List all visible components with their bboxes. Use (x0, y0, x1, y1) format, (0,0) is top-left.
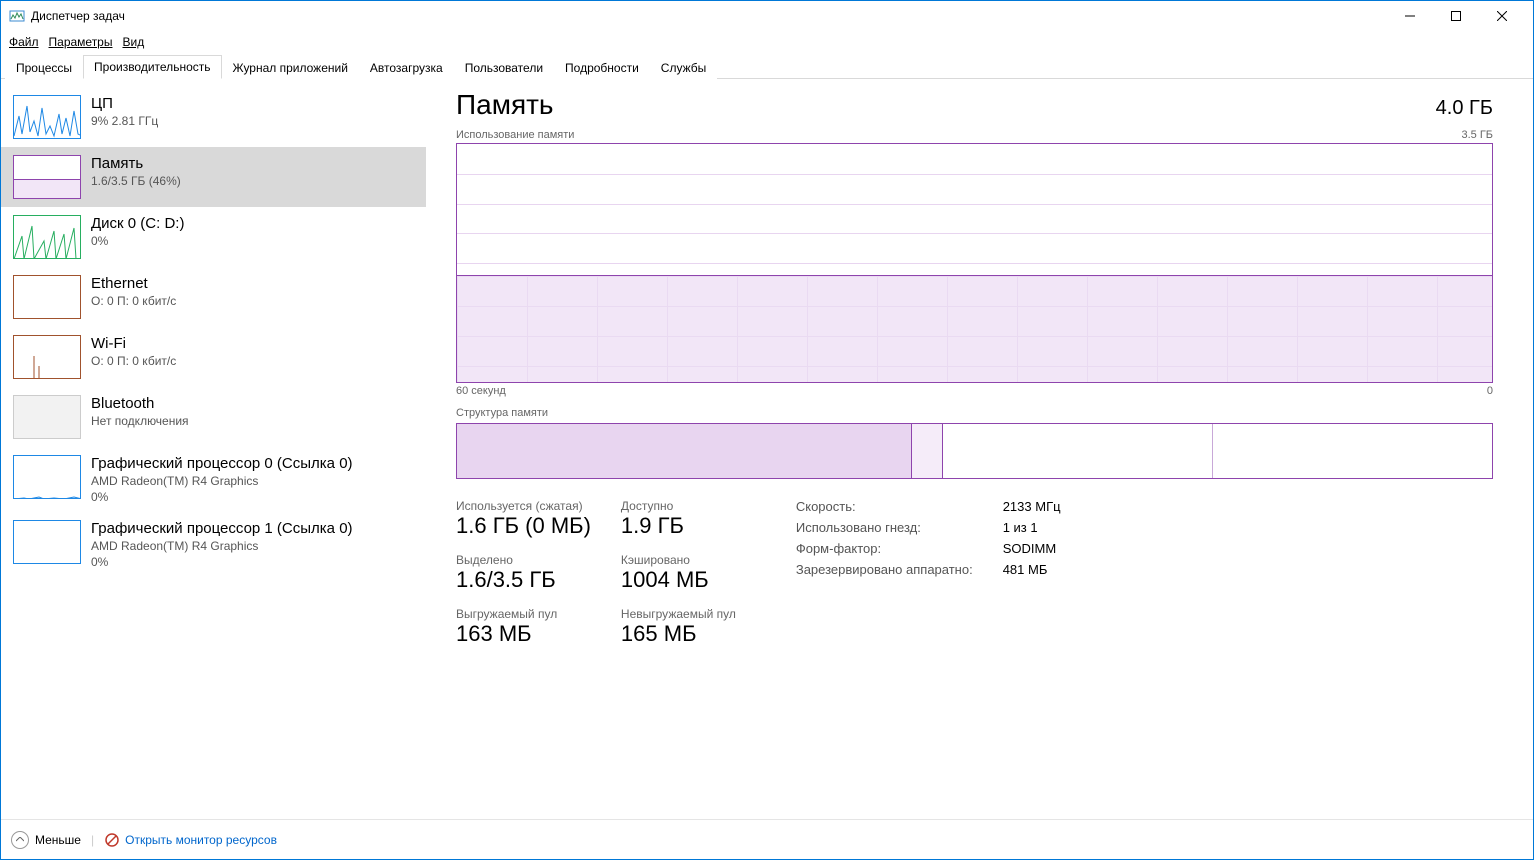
disk-sparkline (13, 215, 81, 259)
mem-segment-free (1213, 424, 1492, 478)
committed-label: Выделено (456, 553, 591, 567)
ethernet-title: Ethernet (91, 275, 176, 292)
chart-label-left: Использование памяти (456, 129, 574, 141)
tab-processes[interactable]: Процессы (5, 56, 83, 79)
paged-value: 163 МБ (456, 621, 591, 647)
sidebar-item-gpu1[interactable]: Графический процессор 1 (Ссылка 0) AMD R… (1, 512, 426, 577)
in-use-label: Используется (сжатая) (456, 499, 591, 513)
gpu0-sub2: 0% (91, 490, 353, 504)
tab-services[interactable]: Службы (650, 56, 717, 79)
gpu0-title: Графический процессор 0 (Ссылка 0) (91, 455, 353, 472)
nonpaged-label: Невыгружаемый пул (621, 607, 736, 621)
committed-value: 1.6/3.5 ГБ (456, 567, 591, 593)
fewer-details-button[interactable]: Меньше (11, 831, 81, 849)
chevron-up-icon (11, 831, 29, 849)
ethernet-sparkline (13, 275, 81, 319)
sidebar-item-memory[interactable]: Память 1.6/3.5 ГБ (46%) (1, 147, 426, 207)
reserved-val: 481 МБ (1003, 562, 1061, 577)
content: ЦП 9% 2.81 ГГц Память 1.6/3.5 ГБ (46%) Д… (1, 79, 1533, 819)
mem-segment-used (457, 424, 912, 478)
reserved-key: Зарезервировано аппаратно: (796, 562, 973, 577)
memory-composition-bar (456, 423, 1493, 479)
wifi-sparkline (13, 335, 81, 379)
mem-segment-modified (912, 424, 943, 478)
memory-sub: 1.6/3.5 ГБ (46%) (91, 174, 181, 188)
page-title: Память (456, 89, 554, 121)
maximize-button[interactable] (1433, 1, 1479, 31)
speed-key: Скорость: (796, 499, 973, 514)
close-button[interactable] (1479, 1, 1525, 31)
disk-sub: 0% (91, 234, 184, 248)
available-label: Доступно (621, 499, 736, 513)
slots-val: 1 из 1 (1003, 520, 1061, 535)
bluetooth-sub: Нет подключения (91, 414, 189, 428)
titlebar: Диспетчер задач (1, 1, 1533, 31)
gpu0-sparkline (13, 455, 81, 499)
mem-segment-standby (943, 424, 1212, 478)
struct-label: Структура памяти (456, 407, 1493, 419)
menubar: Файл Параметры Вид (1, 31, 1533, 53)
memory-title: Память (91, 155, 181, 172)
wifi-sub: О: 0 П: 0 кбит/с (91, 354, 176, 368)
sidebar-item-wifi[interactable]: Wi-Fi О: 0 П: 0 кбит/с (1, 327, 426, 387)
chart-axis-right: 0 (1487, 385, 1493, 397)
window-title: Диспетчер задач (31, 9, 1387, 23)
tab-app-history[interactable]: Журнал приложений (222, 56, 359, 79)
paged-label: Выгружаемый пул (456, 607, 591, 621)
cached-label: Кэшировано (621, 553, 736, 567)
tabs: Процессы Производительность Журнал прило… (1, 53, 1533, 79)
minimize-button[interactable] (1387, 1, 1433, 31)
gpu1-title: Графический процессор 1 (Ссылка 0) (91, 520, 353, 537)
footer: Меньше | Открыть монитор ресурсов (1, 819, 1533, 859)
stats: Используется (сжатая) 1.6 ГБ (0 МБ) Дост… (456, 499, 1493, 647)
menu-options[interactable]: Параметры (49, 35, 113, 49)
nonpaged-value: 165 МБ (621, 621, 736, 647)
gpu1-sub1: AMD Radeon(TM) R4 Graphics (91, 539, 353, 553)
menu-view[interactable]: Вид (122, 35, 144, 49)
bluetooth-title: Bluetooth (91, 395, 189, 412)
tab-startup[interactable]: Автозагрузка (359, 56, 454, 79)
available-value: 1.9 ГБ (621, 513, 736, 539)
chart-label-right: 3.5 ГБ (1461, 129, 1493, 141)
sidebar-item-ethernet[interactable]: Ethernet О: 0 П: 0 кбит/с (1, 267, 426, 327)
total-memory: 4.0 ГБ (1436, 97, 1493, 120)
tab-users[interactable]: Пользователи (454, 56, 554, 79)
memory-sparkline (13, 155, 81, 199)
bluetooth-sparkline (13, 395, 81, 439)
menu-file[interactable]: Файл (9, 35, 39, 49)
tab-details[interactable]: Подробности (554, 56, 650, 79)
app-icon (9, 8, 25, 24)
sidebar-item-disk[interactable]: Диск 0 (C: D:) 0% (1, 207, 426, 267)
sidebar-item-bluetooth[interactable]: Bluetooth Нет подключения (1, 387, 426, 447)
memory-usage-chart (456, 143, 1493, 383)
cpu-sub: 9% 2.81 ГГц (91, 114, 158, 128)
in-use-value: 1.6 ГБ (0 МБ) (456, 513, 591, 539)
tab-performance[interactable]: Производительность (83, 55, 221, 79)
resmon-icon (104, 832, 120, 848)
window-controls (1387, 1, 1525, 31)
cached-value: 1004 МБ (621, 567, 736, 593)
disk-title: Диск 0 (C: D:) (91, 215, 184, 232)
sidebar-item-cpu[interactable]: ЦП 9% 2.81 ГГц (1, 87, 426, 147)
gpu0-sub1: AMD Radeon(TM) R4 Graphics (91, 474, 353, 488)
sidebar: ЦП 9% 2.81 ГГц Память 1.6/3.5 ГБ (46%) Д… (1, 79, 426, 819)
gpu1-sub2: 0% (91, 555, 353, 569)
slots-key: Использовано гнезд: (796, 520, 973, 535)
footer-separator: | (91, 833, 94, 847)
cpu-title: ЦП (91, 95, 158, 112)
form-key: Форм-фактор: (796, 541, 973, 556)
chart-axis-left: 60 секунд (456, 385, 506, 397)
cpu-sparkline (13, 95, 81, 139)
open-resource-monitor-link[interactable]: Открыть монитор ресурсов (104, 832, 277, 848)
main-panel: Память 4.0 ГБ Использование памяти 3.5 Г… (426, 79, 1533, 819)
form-val: SODIMM (1003, 541, 1061, 556)
gpu1-sparkline (13, 520, 81, 564)
wifi-title: Wi-Fi (91, 335, 176, 352)
ethernet-sub: О: 0 П: 0 кбит/с (91, 294, 176, 308)
sidebar-item-gpu0[interactable]: Графический процессор 0 (Ссылка 0) AMD R… (1, 447, 426, 512)
speed-val: 2133 МГц (1003, 499, 1061, 514)
